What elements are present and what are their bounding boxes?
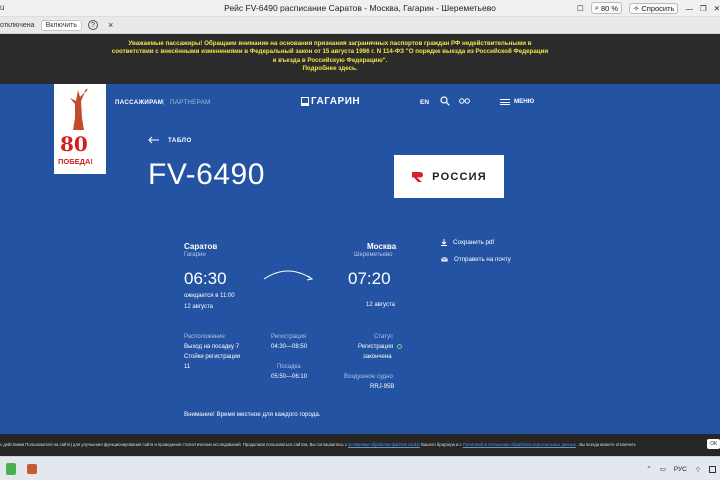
site-logo[interactable]: ГАГАРИН <box>301 96 360 107</box>
aircraft-value: RRJ-95B <box>370 384 395 390</box>
cookie-link-files[interactable]: условиями обработки файлов cookie <box>348 442 420 447</box>
local-time-warning: Внимание! Время местное для каждого горо… <box>184 411 321 418</box>
ask-label: Спросить <box>641 3 675 13</box>
airline-logo: РОССИЯ <box>394 155 504 198</box>
status-indicator-icon <box>397 343 403 349</box>
departure-date: 12 августа <box>184 304 214 310</box>
boarding-label: Посадка <box>277 364 301 370</box>
counters-value: Стойки регистрации <box>184 354 241 360</box>
departure-time: 06:30 <box>184 269 227 288</box>
back-to-board-link[interactable]: ТАБЛО <box>148 136 192 144</box>
logo-mark-icon <box>301 97 309 106</box>
tray-display-icon[interactable]: ▭ <box>660 465 666 473</box>
wifi-icon[interactable]: ⌔ <box>695 465 701 474</box>
nav-separator: | <box>163 99 165 106</box>
menu-button[interactable]: МЕНЮ <box>500 98 534 105</box>
keyboard-language[interactable]: РУС <box>674 466 687 473</box>
badge-number: 80 <box>60 132 88 156</box>
mail-icon <box>441 257 448 262</box>
app-icon[interactable] <box>27 464 37 474</box>
ask-icon: ✧ <box>633 3 640 13</box>
boarding-value: 05:50—06:10 <box>271 374 308 380</box>
info-bar: отключена Включить ? × <box>0 17 720 34</box>
location-label: Расположение <box>184 334 225 340</box>
close-window-icon[interactable]: ✕ <box>714 4 720 13</box>
departure-city: Саратов <box>184 242 218 251</box>
arrival-airport: Шереметьево <box>354 252 393 258</box>
airline-mark-icon <box>412 171 424 182</box>
cookie-text-2: Вашего браузера и с <box>421 442 462 447</box>
accessibility-glasses-icon[interactable] <box>459 97 470 105</box>
status-value-line2: закончена <box>363 354 392 360</box>
notice-more-link[interactable]: Подробнее здесь. <box>110 65 550 73</box>
close-infobar-icon[interactable]: × <box>108 20 113 30</box>
send-mail-label: Отправить на почту <box>454 256 511 263</box>
bookmark-icon[interactable]: ☐ <box>577 4 584 13</box>
tray-window-icon[interactable] <box>709 465 716 473</box>
back-label: ТАБЛО <box>168 136 192 144</box>
checkin-value: 04:30—08:50 <box>271 344 308 350</box>
save-pdf-label: Сохранить pdf <box>453 239 495 246</box>
system-tray: ⌃ ▭ РУС ⌔ <box>646 457 720 480</box>
departure-airport: Гагарин <box>184 252 206 258</box>
save-pdf-link[interactable]: Сохранить pdf <box>441 239 494 246</box>
arrival-time: 07:20 <box>348 269 391 288</box>
infobar-status: отключена <box>0 21 35 29</box>
zoom-button[interactable]: ⌕ 80 % <box>590 2 623 14</box>
nav-partners[interactable]: ПАРТНЕРАМ <box>170 99 211 106</box>
tray-chevron-icon[interactable]: ⌃ <box>646 465 651 473</box>
aircraft-label: Воздушное судно <box>344 374 393 380</box>
zoom-level: 80 % <box>600 3 619 13</box>
download-icon <box>441 239 447 246</box>
language-switch[interactable]: EN <box>420 99 429 106</box>
phone-app-icon[interactable] <box>6 463 16 475</box>
cookie-ok-button[interactable]: ОК <box>707 439 720 449</box>
cookie-bar: с действиям Пользователя на сайте) для у… <box>0 434 720 456</box>
zoom-icon: ⌕ <box>594 3 599 12</box>
cookie-text-1: с действиям Пользователя на сайте) для у… <box>0 442 347 447</box>
flight-page: 80 ПОБЕДА! ПАССАЖИРАМ | ПАРТНЕРАМ ГАГАРИ… <box>0 84 720 434</box>
help-icon[interactable]: ? <box>87 20 98 30</box>
restore-icon[interactable]: ❐ <box>700 4 707 13</box>
cookie-link-policy[interactable]: Политикой в отношении обработки персонал… <box>463 442 576 447</box>
search-icon[interactable] <box>440 96 450 106</box>
statue-icon <box>70 88 88 130</box>
flight-number: FV-6490 <box>148 158 265 191</box>
airline-name: РОССИЯ <box>432 170 487 183</box>
send-mail-link[interactable]: Отправить на почту <box>441 256 511 263</box>
cookie-text-3: . Вы всегда можете отключить <box>577 442 636 447</box>
arrow-left-icon <box>148 136 159 144</box>
victory-badge[interactable]: 80 ПОБЕДА! <box>54 84 106 174</box>
gate-value: Выход на посадку 7 <box>184 344 240 350</box>
burger-icon <box>500 98 510 105</box>
enable-button[interactable]: Включить <box>40 19 82 31</box>
minimize-icon[interactable]: — <box>685 4 693 13</box>
notice-banner: Уважаемые пассажиры! Обращаем внимание н… <box>0 34 720 84</box>
logo-text: ГАГАРИН <box>311 96 361 107</box>
departure-expected: ожидается в 11:00 <box>184 293 235 299</box>
ask-button[interactable]: ✧ Спросить <box>629 2 679 14</box>
status-value: Регистрация <box>358 343 403 352</box>
taskbar: ⌃ ▭ РУС ⌔ <box>0 456 720 480</box>
counters-number: 11 <box>184 364 191 370</box>
menu-label: МЕНЮ <box>514 98 535 105</box>
status-label: Статус <box>374 334 393 340</box>
checkin-label: Регистрация <box>271 334 307 340</box>
flight-arc-icon <box>263 270 314 281</box>
status-value-line1: Регистрация <box>358 344 394 350</box>
arrival-date: 12 августа <box>366 302 396 308</box>
badge-text: ПОБЕДА! <box>58 157 93 166</box>
arrival-city: Москва <box>367 242 397 251</box>
notice-text: Уважаемые пассажиры! Обращаем внимание н… <box>111 40 549 64</box>
browser-titlebar: u Рейс FV-6490 расписание Саратов - Моск… <box>0 0 720 17</box>
nav-passengers[interactable]: ПАССАЖИРАМ <box>115 99 163 106</box>
